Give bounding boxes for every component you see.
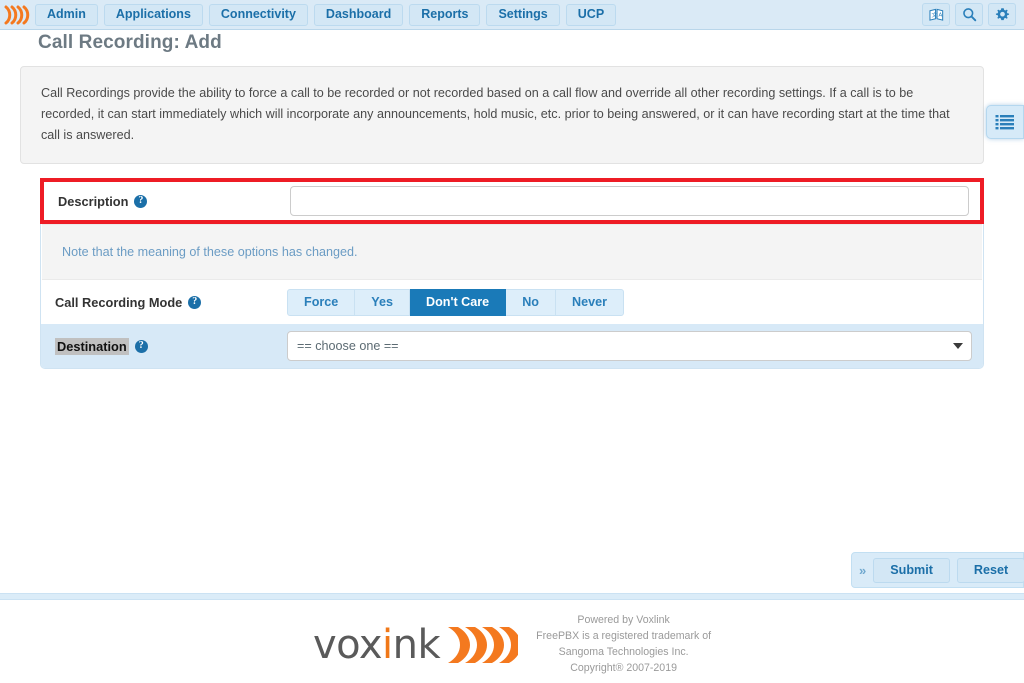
list-menu-icon xyxy=(995,115,1014,130)
voxlink-wordmark: voxink xyxy=(312,622,441,668)
nav-item-label: Reports xyxy=(421,7,469,22)
brand-logo-icon[interactable] xyxy=(3,4,31,26)
page-title: Call Recording: Add xyxy=(38,32,222,53)
info-panel: Call Recordings provide the ability to f… xyxy=(20,66,984,165)
call-recording-mode-field-wrap: Force Yes Don't Care No Never xyxy=(287,288,972,316)
page-footer: voxink Powered by Voxlink FreePBX is a r… xyxy=(0,607,1024,683)
voxlink-logo: voxink xyxy=(312,622,519,668)
translate-icon[interactable]: 文 A xyxy=(922,3,950,26)
destination-select[interactable]: == choose one == xyxy=(287,331,972,362)
options-note-text: Note that the meaning of these options h… xyxy=(62,245,358,260)
top-navbar: Admin Applications Connectivity Dashboar… xyxy=(0,0,1024,30)
form-row-call-recording-mode: Call Recording Mode ? Force Yes Don't Ca… xyxy=(41,280,983,324)
destination-selected-value: == choose one == xyxy=(297,339,399,354)
nav-item-label: Settings xyxy=(498,7,548,22)
mode-option-label: No xyxy=(522,295,539,310)
nav-item-connectivity[interactable]: Connectivity xyxy=(208,3,308,26)
footer-line-2: FreePBX is a registered trademark of xyxy=(536,630,712,643)
svg-text:文: 文 xyxy=(931,10,937,18)
mode-option-label: Never xyxy=(571,295,607,310)
destination-field-wrap: == choose one == xyxy=(287,331,972,362)
submit-button[interactable]: Submit xyxy=(873,557,950,583)
call-recording-mode-button-group: Force Yes Don't Care No Never xyxy=(287,288,624,316)
question-mark-icon[interactable]: ? xyxy=(134,339,148,353)
destination-label: Destination xyxy=(55,337,129,355)
voxlink-text-vox: vox xyxy=(312,622,383,668)
app-window: Admin Applications Connectivity Dashboar… xyxy=(0,0,1024,683)
destination-label-group: Destination ? xyxy=(49,337,287,355)
description-label-group: Description ? xyxy=(52,194,290,209)
nav-items: Admin Applications Connectivity Dashboar… xyxy=(35,3,617,26)
call-recording-mode-label-group: Call Recording Mode ? xyxy=(49,295,287,310)
mode-option-dont-care[interactable]: Don't Care xyxy=(410,288,507,316)
footer-line-4: Copyright® 2007-2019 xyxy=(570,661,677,674)
form-action-bar: » Submit Reset xyxy=(851,552,1024,588)
side-panel-toggle[interactable] xyxy=(986,105,1024,139)
footer-text: Powered by Voxlink FreePBX is a register… xyxy=(536,613,711,677)
navbar-right-tools: 文 A xyxy=(922,3,1024,26)
voxlink-text-i: i xyxy=(382,622,393,668)
description-label: Description xyxy=(58,193,129,209)
mode-option-never[interactable]: Never xyxy=(555,288,624,316)
nav-item-settings[interactable]: Settings xyxy=(486,3,560,26)
mode-option-label: Force xyxy=(304,295,339,310)
footer-line-1: Powered by Voxlink xyxy=(577,614,670,627)
nav-item-reports[interactable]: Reports xyxy=(409,3,481,26)
nav-item-dashboard[interactable]: Dashboard xyxy=(313,3,404,26)
mode-option-no[interactable]: No xyxy=(506,288,556,316)
call-recording-mode-label: Call Recording Mode xyxy=(55,294,183,310)
gear-icon[interactable] xyxy=(988,3,1016,26)
question-mark-icon[interactable]: ? xyxy=(134,194,148,208)
mode-option-force[interactable]: Force xyxy=(287,288,356,316)
reset-button-label: Reset xyxy=(973,563,1009,577)
svg-text:A: A xyxy=(938,12,942,18)
search-icon[interactable] xyxy=(955,3,983,26)
mode-option-label: Don't Care xyxy=(426,295,490,310)
submit-button-label: Submit xyxy=(890,563,933,577)
info-panel-text: Call Recordings provide the ability to f… xyxy=(41,86,950,142)
voxlink-swoosh-logo xyxy=(448,627,519,663)
nav-item-ucp[interactable]: UCP xyxy=(565,3,617,26)
form-row-destination: Destination ? == choose one == xyxy=(41,324,983,369)
destination-select-wrap: == choose one == xyxy=(287,331,972,362)
footer-divider xyxy=(0,593,1024,600)
main-content: Call Recordings provide the ability to f… xyxy=(20,66,1004,370)
expand-chevron-icon[interactable]: » xyxy=(859,563,866,578)
mode-option-label: Yes xyxy=(371,295,394,310)
nav-item-label: Admin xyxy=(47,7,86,22)
reset-button[interactable]: Reset xyxy=(956,557,1024,583)
question-mark-icon[interactable]: ? xyxy=(188,295,202,309)
form-row-description: Description ? xyxy=(40,178,984,225)
description-field-wrap xyxy=(290,186,969,217)
options-note-panel: Note that the meaning of these options h… xyxy=(42,224,982,281)
call-recording-form: Description ? Note that the meaning of t… xyxy=(40,178,984,370)
mode-option-yes[interactable]: Yes xyxy=(355,288,411,316)
nav-item-label: UCP xyxy=(577,7,605,22)
nav-item-label: Connectivity xyxy=(220,7,296,22)
nav-item-admin[interactable]: Admin xyxy=(35,3,98,26)
footer-line-3: Sangoma Technologies Inc. xyxy=(558,646,689,658)
nav-item-label: Dashboard xyxy=(325,7,392,22)
nav-item-applications[interactable]: Applications xyxy=(103,3,203,26)
description-input[interactable] xyxy=(290,186,969,217)
nav-item-label: Applications xyxy=(115,7,191,22)
voxlink-text-nk: nk xyxy=(392,622,441,668)
